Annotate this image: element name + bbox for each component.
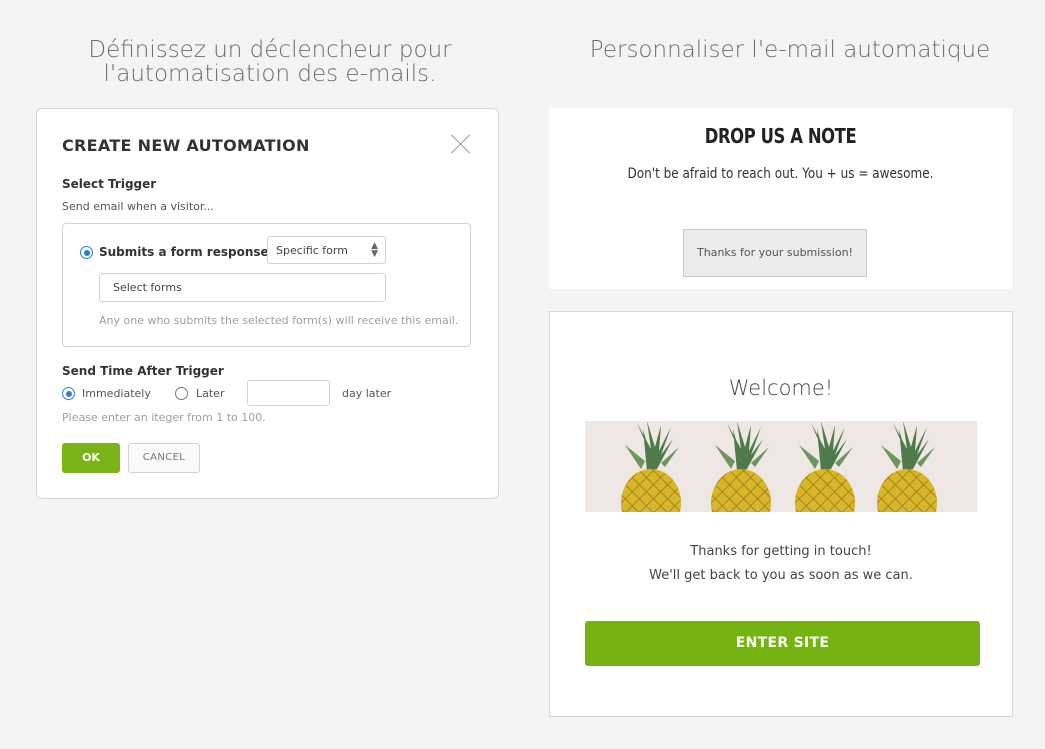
submission-confirmation-button[interactable]: Thanks for your submission!	[683, 229, 867, 277]
select-trigger-label: Select Trigger	[62, 177, 157, 191]
note-title: DROP US A NOTE	[704, 124, 857, 148]
modal-title: CREATE NEW AUTOMATION	[62, 136, 310, 155]
immediately-label: Immediately	[82, 387, 151, 400]
submits-form-radio[interactable]	[80, 246, 93, 259]
email-body-line-2: We'll get back to you as soon as we can.	[649, 568, 913, 583]
create-automation-modal: CREATE NEW AUTOMATION Select Trigger Sen…	[36, 108, 499, 499]
email-title: Welcome!	[728, 376, 834, 400]
close-icon[interactable]	[450, 133, 472, 155]
select-forms-input[interactable]: Select forms	[99, 273, 386, 302]
day-later-label: day later	[342, 387, 392, 400]
integer-hint: Please enter an iteger from 1 to 100.	[62, 411, 266, 424]
later-label: Later	[196, 387, 225, 400]
immediately-radio[interactable]	[62, 387, 75, 400]
form-type-select-value: Specific form	[276, 244, 348, 257]
trigger-options-box: Submits a form response to Specific form…	[62, 223, 471, 347]
days-input[interactable]	[247, 380, 330, 406]
form-type-select[interactable]: Specific form ▲ ▼	[267, 236, 386, 264]
send-time-label: Send Time After Trigger	[62, 364, 224, 378]
submits-form-label: Submits a form response to	[99, 245, 287, 259]
pineapple-banner	[585, 421, 977, 512]
send-when-text: Send email when a visitor...	[62, 200, 214, 213]
pineapple-icon	[621, 421, 937, 512]
contact-form-preview: DROP US A NOTE Don't be afraid to reach …	[549, 108, 1012, 289]
note-subtitle: Don't be afraid to reach out. You + us =…	[627, 166, 934, 182]
later-radio[interactable]	[175, 387, 188, 400]
forms-hint: Any one who submits the selected form(s)…	[99, 314, 459, 327]
select-arrows-icon: ▲ ▼	[371, 241, 378, 259]
trigger-section-heading: Définissez un déclencheur pour l'automat…	[88, 37, 452, 87]
ok-button[interactable]: OK	[62, 443, 120, 473]
customize-section-heading: Personnaliser l'e-mail automatique	[589, 37, 991, 63]
enter-site-button[interactable]: ENTER SITE	[585, 621, 980, 666]
cancel-button[interactable]: CANCEL	[128, 443, 200, 473]
email-body-line-1: Thanks for getting in touch!	[690, 544, 872, 559]
email-preview: Welcome! Thanks for getting in touch! We…	[549, 311, 1013, 717]
